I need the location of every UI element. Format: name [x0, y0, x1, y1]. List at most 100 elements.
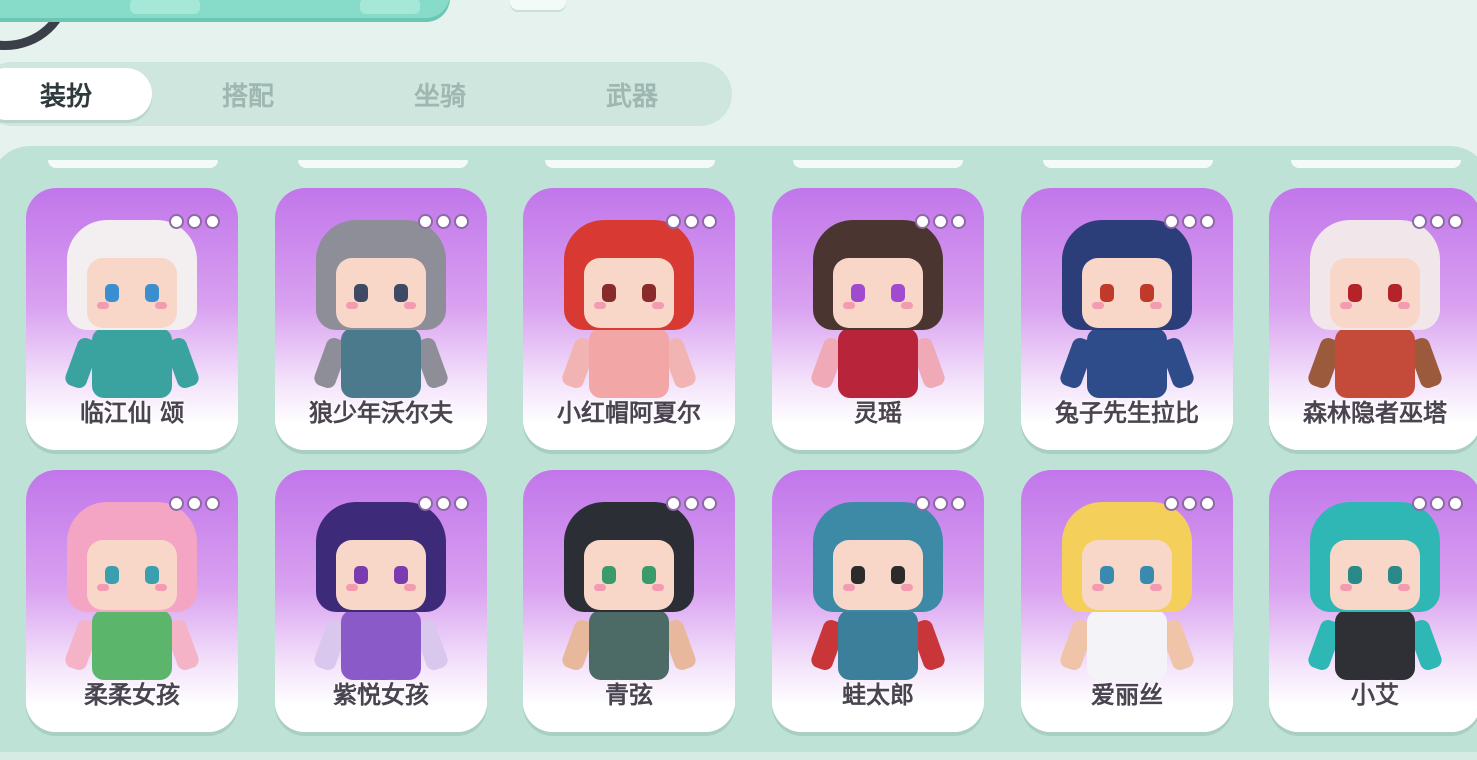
avatar-eye	[105, 284, 119, 302]
avatar-face	[584, 258, 674, 328]
avatar-blush	[404, 584, 416, 591]
avatar-eye	[354, 284, 368, 302]
character-card[interactable]: 小红帽阿夏尔	[523, 188, 735, 450]
avatar-blush	[652, 302, 664, 309]
character-card[interactable]: 狼少年沃尔夫	[275, 188, 487, 450]
avatar-eye	[1348, 284, 1362, 302]
avatar-eye	[145, 566, 159, 584]
character-card[interactable]: 兔子先生拉比	[1021, 188, 1233, 450]
more-options-icon[interactable]	[666, 214, 717, 229]
avatar-blush	[1340, 302, 1352, 309]
avatar-blush	[97, 302, 109, 309]
character-name: 蛙太郎	[842, 681, 914, 709]
avatar-eye	[145, 284, 159, 302]
avatar-blush	[843, 584, 855, 591]
avatar-blush	[1150, 584, 1162, 591]
avatar-face	[336, 540, 426, 610]
avatar-blush	[1092, 302, 1104, 309]
avatar-body	[1087, 610, 1167, 680]
character-card[interactable]: 小艾	[1269, 470, 1477, 732]
previous-row-edge	[0, 160, 1477, 170]
more-options-icon[interactable]	[1164, 496, 1215, 511]
avatar-eye	[1100, 566, 1114, 584]
character-card[interactable]: 爱丽丝	[1021, 470, 1233, 732]
top-button[interactable]	[510, 0, 566, 10]
avatar-eye	[891, 566, 905, 584]
character-card[interactable]: 森林隐者巫塔	[1269, 188, 1477, 450]
tab-outfit[interactable]: 装扮	[0, 68, 152, 120]
avatar-face	[1330, 258, 1420, 328]
avatar-eye	[1388, 284, 1402, 302]
tab-weapon[interactable]: 武器	[536, 68, 728, 120]
character-name: 青弦	[605, 681, 653, 709]
avatar-eye	[105, 566, 119, 584]
avatar-body	[1335, 328, 1415, 398]
avatar-eye	[354, 566, 368, 584]
avatar-blush	[346, 302, 358, 309]
avatar-eye	[1140, 284, 1154, 302]
more-options-icon[interactable]	[1164, 214, 1215, 229]
more-options-icon[interactable]	[1412, 214, 1463, 229]
character-name: 临江仙 颂	[79, 399, 185, 427]
more-options-icon[interactable]	[169, 214, 220, 229]
avatar-blush	[346, 584, 358, 591]
avatar-blush	[97, 584, 109, 591]
avatar-face	[87, 540, 177, 610]
avatar-face	[1082, 258, 1172, 328]
avatar-blush	[404, 302, 416, 309]
character-card[interactable]: 紫悦女孩	[275, 470, 487, 732]
more-options-icon[interactable]	[915, 214, 966, 229]
character-card[interactable]: 柔柔女孩	[26, 470, 238, 732]
avatar-body	[589, 328, 669, 398]
more-options-icon[interactable]	[418, 214, 469, 229]
character-card[interactable]: 青弦	[523, 470, 735, 732]
avatar-body	[1335, 610, 1415, 680]
character-avatar	[306, 492, 456, 692]
character-card[interactable]: 灵瑶	[772, 188, 984, 450]
avatar-face	[584, 540, 674, 610]
character-avatar	[554, 210, 704, 410]
avatar-face	[336, 258, 426, 328]
character-avatar	[1300, 492, 1450, 692]
avatar-blush	[843, 302, 855, 309]
avatar-blush	[594, 302, 606, 309]
more-options-icon[interactable]	[915, 496, 966, 511]
character-name: 灵瑶	[854, 399, 902, 427]
avatar-eye	[602, 566, 616, 584]
avatar-eye	[851, 284, 865, 302]
character-avatar	[1052, 210, 1202, 410]
avatar-body	[838, 328, 918, 398]
more-options-icon[interactable]	[666, 496, 717, 511]
avatar-eye	[642, 284, 656, 302]
avatar-face	[833, 540, 923, 610]
more-options-icon[interactable]	[418, 496, 469, 511]
avatar-blush	[594, 584, 606, 591]
avatar-eye	[1348, 566, 1362, 584]
avatar-face	[87, 258, 177, 328]
category-tabs: 装扮 搭配 坐骑 武器	[0, 62, 732, 126]
character-avatar	[1300, 210, 1450, 410]
avatar-eye	[1140, 566, 1154, 584]
character-avatar	[1052, 492, 1202, 692]
avatar-body	[92, 328, 172, 398]
avatar-eye	[602, 284, 616, 302]
avatar-body	[589, 610, 669, 680]
avatar-face	[1082, 540, 1172, 610]
character-name: 爱丽丝	[1091, 681, 1163, 709]
avatar-blush	[1092, 584, 1104, 591]
tab-mount[interactable]: 坐骑	[344, 68, 536, 120]
avatar-blush	[652, 584, 664, 591]
top-banner	[0, 0, 450, 22]
character-name: 柔柔女孩	[84, 681, 180, 709]
more-options-icon[interactable]	[169, 496, 220, 511]
character-avatar	[57, 210, 207, 410]
tab-combination[interactable]: 搭配	[152, 68, 344, 120]
character-card[interactable]: 临江仙 颂	[26, 188, 238, 450]
avatar-face	[1330, 540, 1420, 610]
more-options-icon[interactable]	[1412, 496, 1463, 511]
character-card[interactable]: 蛙太郎	[772, 470, 984, 732]
avatar-blush	[155, 302, 167, 309]
avatar-face	[833, 258, 923, 328]
character-avatar	[803, 492, 953, 692]
avatar-eye	[394, 566, 408, 584]
